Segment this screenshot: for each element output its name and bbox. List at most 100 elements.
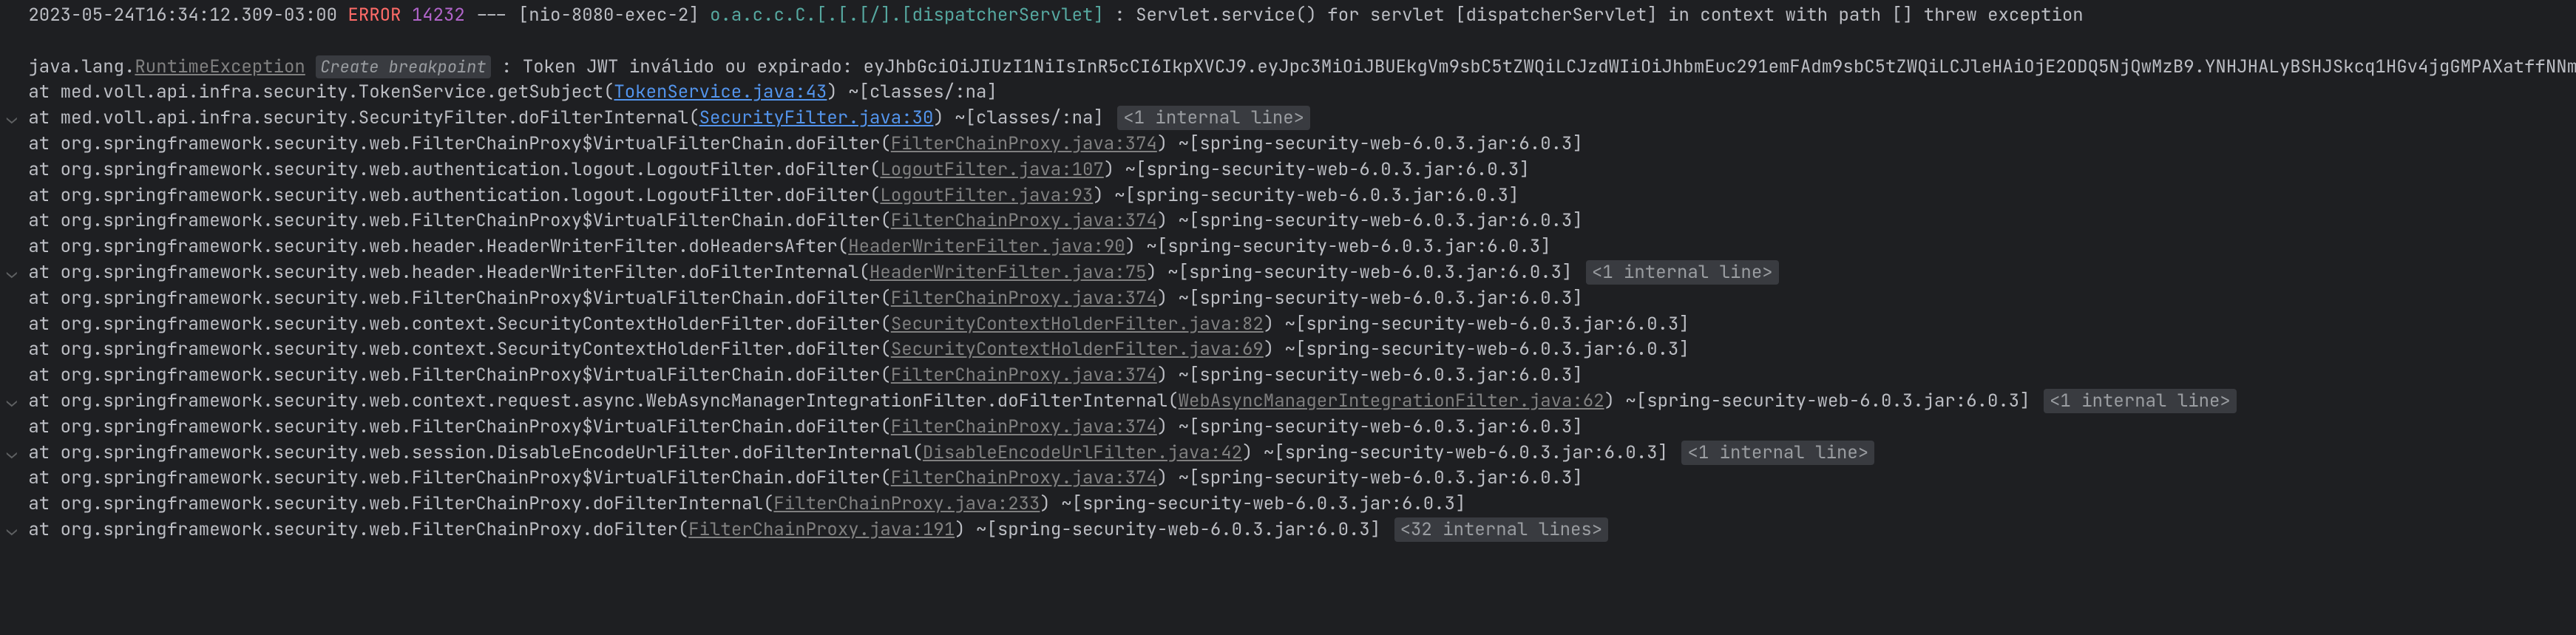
indent [18, 81, 28, 103]
frame-suffix: ) ~[spring-security-web-6.0.3.jar:6.0.3] [1146, 261, 1572, 284]
log-logger: o.a.c.c.C.[.[.[/].[dispatcherServlet] [710, 4, 1104, 27]
stack-frame: at org.springframework.security.web.Filt… [0, 286, 2576, 312]
internal-lines-hint[interactable]: <1 internal line> [1681, 441, 1874, 465]
stack-frame: at org.springframework.security.web.cont… [0, 312, 2576, 338]
frame-text: at org.springframework.security.web.Filt… [28, 132, 890, 155]
stack-frame: at org.springframework.security.web.auth… [0, 183, 2576, 209]
frame-suffix: ) ~[spring-security-web-6.0.3.jar:6.0.3] [1157, 466, 1583, 489]
stack-frame: ⌄ at org.springframework.security.web.se… [0, 441, 2576, 466]
stack-frame: ⌄ at org.springframework.security.web.Fi… [0, 517, 2576, 543]
source-link[interactable]: HeaderWriterFilter.java:75 [870, 261, 1146, 284]
indent [18, 313, 28, 336]
frame-text: at org.springframework.security.web.auth… [28, 158, 880, 181]
frame-text: at org.springframework.security.web.sess… [28, 441, 923, 464]
indent [18, 338, 28, 361]
frame-suffix: ) ~[classes/:na] [827, 81, 997, 103]
source-link[interactable]: FilterChainProxy.java:374 [891, 364, 1157, 387]
source-link[interactable]: FilterChainProxy.java:374 [891, 415, 1157, 438]
frame-text: at org.springframework.security.web.Filt… [28, 466, 890, 489]
source-link[interactable]: FilterChainProxy.java:374 [891, 287, 1157, 310]
log-sep: : [1114, 4, 1125, 27]
frame-text: at org.springframework.security.web.Filt… [28, 209, 890, 232]
internal-lines-hint[interactable]: <32 internal lines> [1394, 517, 1609, 542]
frame-text: at med.voll.api.infra.security.TokenServ… [28, 81, 614, 103]
fold-toggle-icon[interactable]: ⌄ [6, 260, 18, 286]
stack-frame: at med.voll.api.infra.security.TokenServ… [0, 80, 2576, 106]
frame-text: at org.springframework.security.web.Filt… [28, 287, 890, 310]
fold-toggle-icon[interactable]: ⌄ [6, 389, 18, 415]
stack-frame: ⌄ at med.voll.api.infra.security.Securit… [0, 106, 2576, 132]
source-link[interactable]: FilterChainProxy.java:374 [891, 466, 1157, 489]
exception-message: : Token JWT inválido ou expirado: eyJhbG… [501, 55, 2576, 78]
frame-suffix: ) ~[spring-security-web-6.0.3.jar:6.0.3] [1093, 184, 1519, 207]
exception-line: java.lang.RuntimeException Create breakp… [0, 55, 2576, 81]
log-level: ERROR [348, 4, 401, 27]
stack-frame: at org.springframework.security.web.Filt… [0, 415, 2576, 441]
fold-toggle-icon[interactable]: ⌄ [6, 517, 18, 543]
indent [18, 184, 28, 207]
exception-name[interactable]: RuntimeException [135, 55, 305, 78]
internal-lines-hint[interactable]: <1 internal line> [1586, 260, 1779, 285]
indent [18, 235, 28, 258]
indent [18, 364, 28, 387]
source-link[interactable]: SecurityFilter.java:30 [699, 106, 934, 129]
frame-text: at org.springframework.security.web.Filt… [28, 364, 890, 387]
internal-lines-hint[interactable]: <1 internal line> [2044, 389, 2237, 413]
source-link[interactable]: SecurityContextHolderFilter.java:69 [891, 338, 1264, 361]
indent [18, 261, 28, 284]
stack-frame: at org.springframework.security.web.Filt… [0, 492, 2576, 517]
indent [18, 441, 28, 464]
frame-text: at org.springframework.security.web.head… [28, 235, 848, 258]
source-link[interactable]: LogoutFilter.java:93 [880, 184, 1093, 207]
frame-suffix: ) ~[spring-security-web-6.0.3.jar:6.0.3] [1125, 235, 1551, 258]
frame-suffix: ) ~[spring-security-web-6.0.3.jar:6.0.3] [1157, 364, 1583, 387]
frame-text: at org.springframework.security.web.Filt… [28, 415, 890, 438]
frame-suffix: ) ~[spring-security-web-6.0.3.jar:6.0.3] [1104, 158, 1530, 181]
blank-line [0, 29, 2576, 55]
stack-frame: at org.springframework.security.web.Filt… [0, 466, 2576, 492]
stack-frame: ⌄ at org.springframework.security.web.co… [0, 389, 2576, 415]
frame-text: at org.springframework.security.web.Filt… [28, 492, 773, 515]
source-link[interactable]: HeaderWriterFilter.java:90 [848, 235, 1125, 258]
frame-text: at org.springframework.security.web.cont… [28, 313, 890, 336]
indent [18, 209, 28, 232]
fold-toggle-icon[interactable]: ⌄ [6, 106, 18, 132]
frame-suffix: ) ~[spring-security-web-6.0.3.jar:6.0.3] [1242, 441, 1668, 464]
source-link[interactable]: WebAsyncManagerIntegrationFilter.java:62 [1179, 390, 1604, 412]
frame-text: at med.voll.api.infra.security.SecurityF… [28, 106, 699, 129]
source-link[interactable]: FilterChainProxy.java:233 [773, 492, 1040, 515]
indent [18, 158, 28, 181]
source-link[interactable]: SecurityContextHolderFilter.java:82 [891, 313, 1264, 336]
log-message: Servlet.service() for servlet [dispatche… [1136, 4, 2084, 27]
source-link[interactable]: TokenService.java:43 [614, 81, 827, 103]
stack-frame: at org.springframework.security.web.Filt… [0, 363, 2576, 389]
frame-text: at org.springframework.security.web.head… [28, 261, 870, 284]
source-link[interactable]: FilterChainProxy.java:191 [688, 518, 955, 541]
frame-suffix: ) ~[spring-security-web-6.0.3.jar:6.0.3] [1157, 287, 1583, 310]
frame-text: at org.springframework.security.web.cont… [28, 338, 890, 361]
indent [18, 466, 28, 489]
source-link[interactable]: DisableEncodeUrlFilter.java:42 [923, 441, 1242, 464]
create-breakpoint-hint[interactable]: Create breakpoint [316, 55, 490, 78]
indent [18, 492, 28, 515]
source-link[interactable]: FilterChainProxy.java:374 [891, 132, 1157, 155]
indent [18, 390, 28, 412]
frame-suffix: ) ~[classes/:na] [933, 106, 1103, 129]
stack-frame: at org.springframework.security.web.Filt… [0, 208, 2576, 234]
stack-frame: ⌄ at org.springframework.security.web.he… [0, 260, 2576, 286]
source-link[interactable]: LogoutFilter.java:107 [880, 158, 1103, 181]
frame-text: at org.springframework.security.web.auth… [28, 184, 880, 207]
frame-suffix: ) ~[spring-security-web-6.0.3.jar:6.0.3] [1040, 492, 1465, 515]
indent [18, 106, 28, 129]
internal-lines-hint[interactable]: <1 internal line> [1117, 106, 1310, 130]
source-link[interactable]: FilterChainProxy.java:374 [891, 209, 1157, 232]
log-dashes: --- [475, 4, 507, 27]
stack-frame: at org.springframework.security.web.cont… [0, 337, 2576, 363]
fold-toggle-icon[interactable]: ⌄ [6, 441, 18, 466]
indent [18, 287, 28, 310]
frame-suffix: ) ~[spring-security-web-6.0.3.jar:6.0.3] [1264, 338, 1689, 361]
stack-frame: at org.springframework.security.web.auth… [0, 157, 2576, 183]
frame-text: at org.springframework.security.web.cont… [28, 390, 1178, 412]
indent [18, 518, 28, 541]
indent [18, 415, 28, 438]
